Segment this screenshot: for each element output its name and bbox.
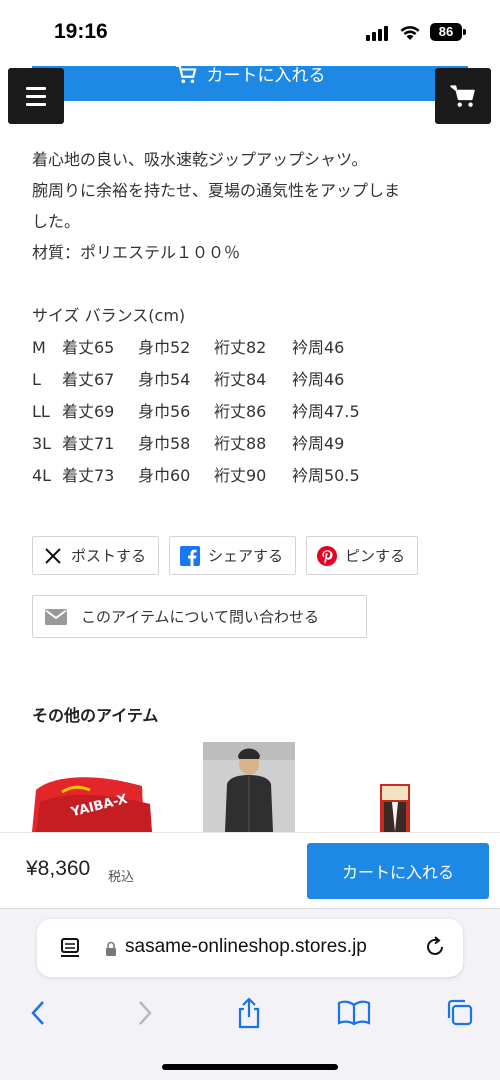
description-line: 腕周りに余裕を持たせ、夏場の通気性をアップしま bbox=[32, 181, 401, 200]
hamburger-icon-line bbox=[26, 102, 46, 106]
hamburger-icon-line bbox=[26, 94, 46, 98]
reload-icon[interactable] bbox=[423, 935, 447, 959]
size-label: LL bbox=[32, 402, 50, 421]
pinterest-icon bbox=[317, 545, 338, 566]
cart-button[interactable] bbox=[435, 68, 491, 124]
size-length: 着丈69 bbox=[62, 402, 115, 421]
book-icon bbox=[337, 1000, 371, 1026]
purchase-bar: ¥8,360 税込 カートに入れる bbox=[0, 832, 500, 908]
size-chart-title: サイズ バランス(cm) bbox=[32, 306, 186, 325]
status-time: 19:16 bbox=[54, 20, 108, 43]
share-icon bbox=[238, 997, 260, 1029]
facebook-icon bbox=[180, 545, 201, 566]
battery-cap bbox=[463, 29, 466, 35]
size-width: 身巾52 bbox=[138, 338, 191, 357]
person-in-shirt-image bbox=[203, 742, 295, 832]
add-to-cart-button[interactable]: カートに入れる bbox=[307, 843, 489, 899]
contact-about-item-button[interactable]: このアイテムについて問い合わせる bbox=[32, 595, 367, 638]
post-label: ポストする bbox=[71, 547, 147, 565]
product-thumbnail-shirt[interactable] bbox=[203, 742, 295, 832]
size-width: 身巾54 bbox=[138, 370, 191, 389]
size-label: 3L bbox=[32, 434, 52, 453]
size-neck: 衿周46 bbox=[292, 370, 345, 389]
cart-icon bbox=[450, 85, 475, 107]
size-length: 着丈65 bbox=[62, 338, 115, 357]
lock-icon bbox=[106, 941, 116, 956]
menu-button[interactable] bbox=[8, 68, 64, 124]
size-label: M bbox=[32, 338, 46, 357]
price: ¥8,360 bbox=[26, 857, 91, 880]
home-indicator bbox=[162, 1064, 338, 1070]
wifi-icon bbox=[400, 26, 420, 40]
battery-indicator: 86 bbox=[430, 23, 462, 41]
x-logo-icon bbox=[43, 546, 63, 566]
signal-icon bbox=[366, 26, 388, 41]
browser-nav-row bbox=[0, 991, 500, 1035]
size-row: M 着丈65 身巾52 裄丈82 衿周46 bbox=[32, 332, 472, 364]
description-line: 着心地の良い、吸水速乾ジップアップシャツ。 bbox=[32, 150, 368, 169]
product-description: 着心地の良い、吸水速乾ジップアップシャツ。 腕周りに余裕を持たせ、夏場の通気性を… bbox=[32, 144, 472, 268]
size-neck: 衿周49 bbox=[292, 434, 345, 453]
size-length: 着丈67 bbox=[62, 370, 115, 389]
red-visor-image: YAIBA-X bbox=[32, 777, 152, 832]
size-neck: 衿周47.5 bbox=[292, 402, 360, 421]
size-label: 4L bbox=[32, 466, 52, 485]
size-length: 着丈71 bbox=[62, 434, 115, 453]
tax-included-label: 税込 bbox=[108, 870, 135, 885]
tabs-icon bbox=[447, 999, 473, 1026]
product-thumbnail-package[interactable] bbox=[334, 742, 464, 832]
contact-label: このアイテムについて問い合わせる bbox=[81, 608, 320, 626]
share-buttons: ポストする シェアする ピンする bbox=[32, 536, 419, 575]
size-sleeve: 裄丈84 bbox=[214, 370, 267, 389]
tabs-button[interactable] bbox=[442, 995, 478, 1031]
other-items-heading: その他のアイテム bbox=[32, 706, 159, 725]
forward-button[interactable] bbox=[127, 995, 163, 1031]
size-chart: サイズ バランス(cm) M 着丈65 身巾52 裄丈82 衿周46 L 着丈6… bbox=[32, 300, 472, 492]
size-sleeve: 裄丈88 bbox=[214, 434, 267, 453]
size-row: LL 着丈69 身巾56 裄丈86 衿周47.5 bbox=[32, 396, 472, 428]
size-row: 4L 着丈73 身巾60 裄丈90 衿周50.5 bbox=[32, 460, 472, 492]
browser-toolbar: sasame-onlineshop.stores.jp bbox=[0, 908, 500, 1080]
address-bar[interactable]: sasame-onlineshop.stores.jp bbox=[37, 919, 463, 977]
share-label: シェアする bbox=[208, 547, 284, 565]
pinterest-pin-button[interactable]: ピンする bbox=[306, 536, 419, 575]
size-width: 身巾58 bbox=[138, 434, 191, 453]
chevron-right-icon bbox=[139, 1001, 152, 1025]
size-length: 着丈73 bbox=[62, 466, 115, 485]
size-sleeve: 裄丈82 bbox=[214, 338, 267, 357]
bookmarks-button[interactable] bbox=[336, 995, 372, 1031]
size-row: 3L 着丈71 身巾58 裄丈88 衿周49 bbox=[32, 428, 472, 460]
size-neck: 衿周50.5 bbox=[292, 466, 360, 485]
size-neck: 衿周46 bbox=[292, 338, 345, 357]
size-label: L bbox=[32, 370, 41, 389]
product-thumbnail-visor[interactable]: YAIBA-X bbox=[32, 742, 162, 832]
post-to-x-button[interactable]: ポストする bbox=[32, 536, 160, 575]
other-items-carousel: YAIBA-X bbox=[32, 742, 500, 832]
facebook-share-button[interactable]: シェアする bbox=[169, 536, 297, 575]
chevron-left-icon bbox=[31, 1001, 44, 1025]
cart-icon bbox=[175, 64, 196, 83]
status-bar: 19:16 86 bbox=[0, 0, 500, 66]
size-row: L 着丈67 身巾54 裄丈84 衿周46 bbox=[32, 364, 472, 396]
size-sleeve: 裄丈86 bbox=[214, 402, 267, 421]
back-button[interactable] bbox=[20, 995, 56, 1031]
reader-mode-icon[interactable] bbox=[59, 937, 81, 959]
description-line: した。 bbox=[32, 212, 81, 231]
share-sheet-button[interactable] bbox=[231, 995, 267, 1031]
size-width: 身巾56 bbox=[138, 402, 191, 421]
hamburger-icon-line bbox=[26, 86, 46, 90]
pin-label: ピンする bbox=[345, 547, 406, 565]
size-sleeve: 裄丈90 bbox=[214, 466, 267, 485]
mail-icon bbox=[45, 608, 67, 625]
product-package-image bbox=[380, 784, 410, 832]
description-line: 材質：ポリエステル１００％ bbox=[32, 243, 241, 262]
size-width: 身巾60 bbox=[138, 466, 191, 485]
url-text: sasame-onlineshop.stores.jp bbox=[125, 936, 367, 957]
